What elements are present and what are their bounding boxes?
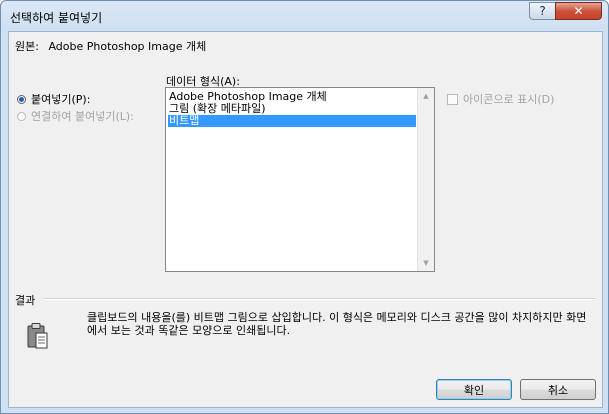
help-button[interactable]: ?: [529, 2, 556, 20]
title-bar[interactable]: 선택하여 붙여넣기 ? ✕: [1, 1, 608, 31]
source-value: Adobe Photoshop Image 개체: [48, 40, 207, 53]
listbox-scrollbar[interactable]: ▲ ▼: [417, 88, 434, 271]
source-line: 원본: Adobe Photoshop Image 개체: [15, 38, 206, 54]
paste-radio-label: 붙여넣기(P):: [31, 93, 91, 106]
display-as-icon-checkbox[interactable]: [447, 93, 458, 105]
list-item-bitmap[interactable]: 비트맵: [168, 115, 416, 127]
clipboard-paste-icon: [27, 323, 48, 349]
result-group-label: 결과: [15, 294, 36, 307]
paste-link-radio-label: 연결하여 붙여넣기(L):: [31, 110, 134, 123]
result-description: 클립보드의 내용을(를) 비트맵 그림으로 삽입합니다. 이 형식은 메모리와 …: [87, 311, 587, 337]
dialog-body: 원본: Adobe Photoshop Image 개체 붙여넣기(P): 연결…: [8, 31, 603, 408]
format-listbox[interactable]: Adobe Photoshop Image 개체 그림 (확장 메타파일) 비트…: [165, 87, 435, 272]
scroll-down-icon[interactable]: ▼: [418, 255, 434, 271]
source-label: 원본:: [15, 40, 39, 53]
display-as-icon-option[interactable]: 아이콘으로 표시(D): [447, 91, 554, 107]
ok-button[interactable]: 확인: [436, 379, 512, 400]
close-button[interactable]: ✕: [555, 2, 602, 20]
paste-link-radio-option[interactable]: 연결하여 붙여넣기(L):: [17, 108, 134, 124]
close-icon: ✕: [573, 4, 584, 18]
paste-special-dialog: 선택하여 붙여넣기 ? ✕ 원본: Adobe Photoshop Image …: [0, 0, 609, 414]
help-icon: ?: [539, 4, 546, 18]
result-group-divider: [43, 298, 596, 300]
paste-link-radio[interactable]: [17, 111, 26, 121]
paste-radio-option[interactable]: 붙여넣기(P):: [17, 91, 90, 107]
scroll-up-icon[interactable]: ▲: [418, 88, 434, 104]
paste-radio[interactable]: [17, 94, 26, 104]
cancel-button[interactable]: 취소: [520, 379, 596, 400]
display-as-icon-label: 아이콘으로 표시(D): [463, 93, 555, 106]
window-title: 선택하여 붙여넣기: [10, 11, 103, 25]
